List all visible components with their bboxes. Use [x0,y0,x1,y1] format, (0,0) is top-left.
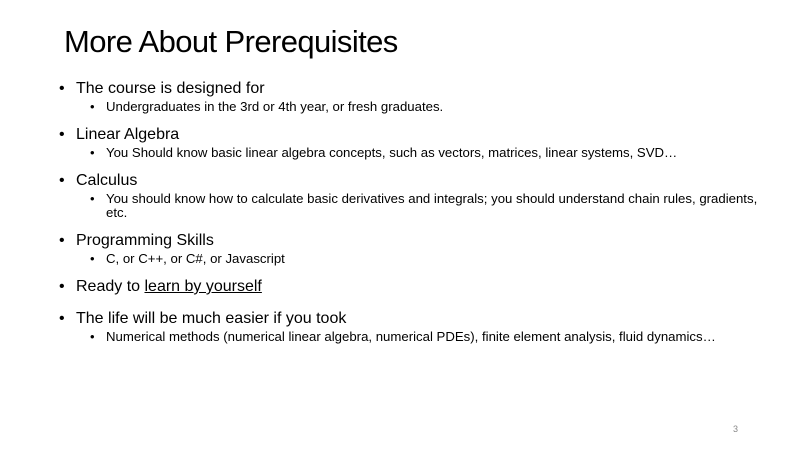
bullet-text: The course is designed for [76,80,265,97]
sub-bullet-list: • Numerical methods (numerical linear al… [76,330,758,344]
bullet-life-easier: • The life will be much easier if you to… [58,308,758,344]
sub-bullet: • Undergraduates in the 3rd or 4th year,… [76,100,758,114]
bullet-programming-skills: • Programming Skills • C, or C++, or C#,… [58,230,758,266]
sub-bullet-text: You should know how to calculate basic d… [106,191,758,220]
bullet-text-prefix: Ready to [76,278,145,295]
sub-bullet-text: Numerical methods (numerical linear alge… [106,329,716,344]
sub-bullet-text: C, or C++, or C#, or Javascript [106,251,285,266]
bullet-text: Ready to learn by yourself [76,276,758,298]
sub-bullet-list: • Undergraduates in the 3rd or 4th year,… [76,100,758,114]
bullet-dot-icon: • [59,278,65,295]
bullet-ready-to-learn: • Ready to learn by yourself [58,276,758,298]
bullet-dot-icon: • [59,310,65,327]
bullet-linear-algebra: • Linear Algebra • You Should know basic… [58,124,758,160]
bullet-text: Programming Skills [76,232,214,249]
bullet-dot-icon: • [59,80,65,97]
sub-bullet-dot-icon: • [90,99,95,114]
bullet-course-designed-for: • The course is designed for • Undergrad… [58,78,758,114]
sub-bullet-list: • You Should know basic linear algebra c… [76,146,758,160]
sub-bullet-text: Undergraduates in the 3rd or 4th year, o… [106,99,444,114]
bullet-dot-icon: • [59,172,65,189]
bullet-calculus: • Calculus • You should know how to calc… [58,170,758,220]
bullet-text: Linear Algebra [76,126,180,143]
sub-bullet-dot-icon: • [90,329,95,344]
sub-bullet: • C, or C++, or C#, or Javascript [76,252,758,266]
sub-bullet: • You Should know basic linear algebra c… [76,146,758,160]
sub-bullet-dot-icon: • [90,251,95,266]
sub-bullet-text: You Should know basic linear algebra con… [106,145,678,160]
sub-bullet-dot-icon: • [90,145,95,160]
bullet-text: The life will be much easier if you took [76,310,347,327]
slide-title: More About Prerequisites [64,24,398,59]
sub-bullet-list: • C, or C++, or C#, or Javascript [76,252,758,266]
sub-bullet: • Numerical methods (numerical linear al… [76,330,758,344]
bullet-list: • The course is designed for • Undergrad… [58,78,758,344]
sub-bullet: • You should know how to calculate basic… [76,192,758,220]
learn-by-yourself-link[interactable]: learn by yourself [144,278,261,295]
bullet-text: Calculus [76,172,138,189]
slide: More About Prerequisites • The course is… [0,0,800,450]
bullet-dot-icon: • [59,126,65,143]
bullet-dot-icon: • [59,232,65,249]
sub-bullet-dot-icon: • [90,191,95,206]
sub-bullet-list: • You should know how to calculate basic… [76,192,758,220]
page-number: 3 [733,424,739,434]
